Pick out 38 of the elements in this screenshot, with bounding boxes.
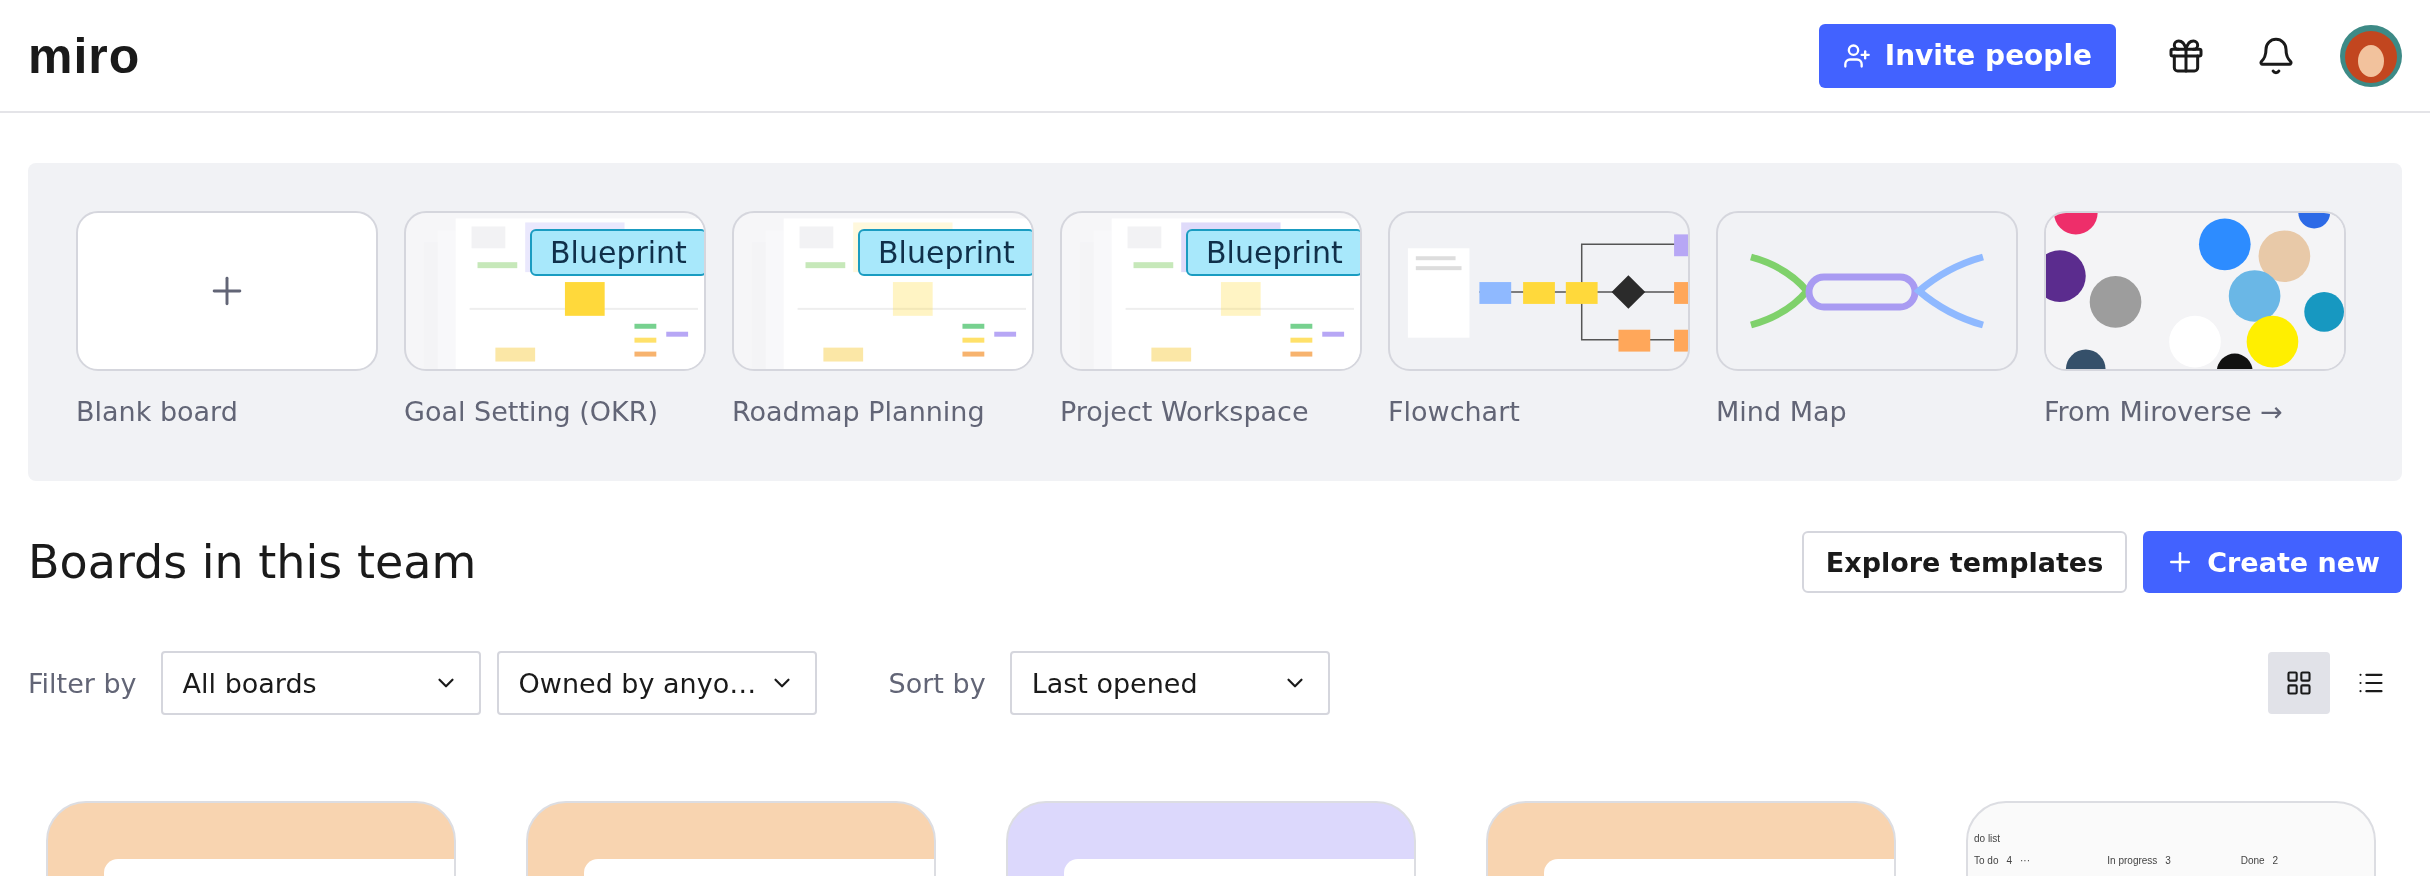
section-title: Boards in this team: [28, 535, 478, 589]
sort-dropdown[interactable]: Last opened: [1009, 651, 1330, 715]
bell-icon[interactable]: [2256, 35, 2296, 76]
filter-dropdown[interactable]: Owned by anyo…: [496, 651, 817, 715]
column-name: Done: [2240, 855, 2265, 867]
avatar[interactable]: [2340, 24, 2402, 87]
invite-people-button[interactable]: Invite people: [1818, 23, 2116, 88]
board-card[interactable]: do list To do 4 ··· In progress 3 Done 2: [1966, 801, 2376, 876]
column-count: 3: [2165, 855, 2171, 867]
filter-label: Filter by: [28, 667, 137, 699]
template-label[interactable]: Blank board: [76, 395, 378, 429]
template-label[interactable]: Goal Setting (OKR): [404, 395, 706, 429]
more-dots: ···: [2020, 855, 2031, 867]
template-label[interactable]: Roadmap Planning: [732, 395, 1034, 429]
grid-icon: [2285, 669, 2313, 697]
column-count: 2: [2272, 855, 2279, 867]
grid-view-button[interactable]: [2268, 652, 2330, 714]
explore-templates-button[interactable]: Explore templates: [1801, 531, 2128, 593]
column-name: To do: [1974, 855, 1999, 867]
column-name: In progress: [2107, 855, 2158, 867]
template-card[interactable]: Blueprint: [404, 211, 706, 371]
add-user-icon: [1842, 41, 1871, 70]
column-count: 4: [2006, 855, 2013, 867]
blueprint-badge: Blueprint: [858, 229, 1032, 276]
blueprint-badge: Blueprint: [530, 229, 704, 276]
board-title: do list: [1974, 833, 2001, 844]
template-label[interactable]: Project Workspace: [1060, 395, 1362, 429]
filter-dropdown[interactable]: All boards: [160, 651, 481, 715]
template-label[interactable]: Mind Map: [1716, 395, 2018, 429]
template-card[interactable]: Blueprint: [732, 211, 1034, 371]
template-card[interactable]: Blueprint: [1060, 211, 1362, 371]
template-label[interactable]: From Miroverse →: [2044, 395, 2346, 429]
template-label[interactable]: Flowchart: [1388, 395, 1690, 429]
blueprint-badge: Blueprint: [1186, 229, 1360, 276]
create-new-button[interactable]: Create new: [2143, 531, 2402, 593]
miro-logo: miro: [28, 26, 142, 85]
blank-board-card[interactable]: [76, 211, 378, 371]
sort-label: Sort by: [888, 667, 986, 699]
